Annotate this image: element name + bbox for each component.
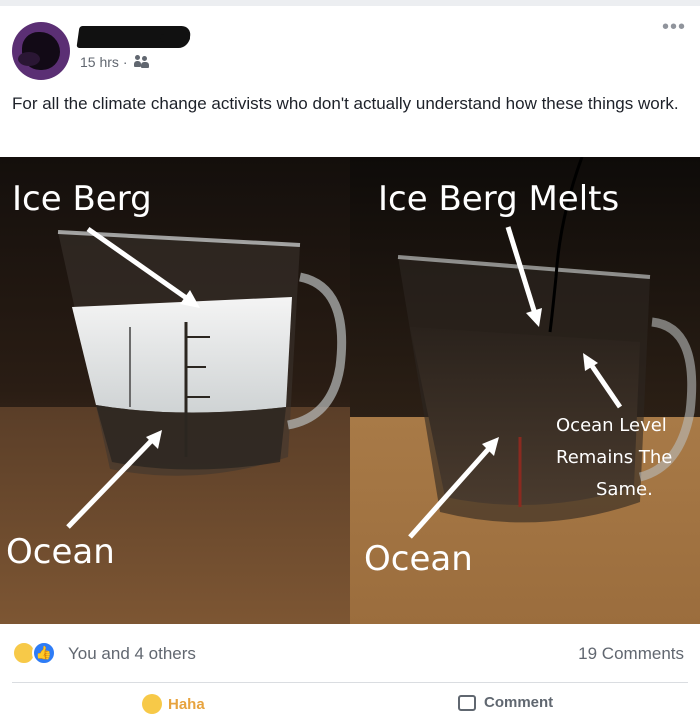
left-ocean-label: Ocean [6,532,115,572]
comments-count[interactable]: 19 Comments [578,644,684,664]
action-divider [12,682,688,683]
post-image[interactable]: Ice Berg Ice Berg Melts Ocean Ocean Ocea… [0,157,700,624]
post-timestamp[interactable]: 15 hrs [80,54,119,70]
comment-icon [458,694,476,711]
more-options-icon[interactable]: ••• [662,17,686,37]
feed-separator [0,0,700,6]
meta-separator: · [122,54,128,70]
reactions-summary[interactable]: You and 4 others [68,644,196,664]
post-meta: 15 hrs · [80,54,150,70]
ocean-level-note-line3: Same. [596,479,653,500]
like-icon: 👍 [32,641,56,665]
comment-button[interactable]: Comment [458,694,553,711]
facebook-post: 15 hrs · ••• For all the climate change … [0,0,700,714]
post-text: For all the climate change activists who… [12,94,679,113]
reactions-bar: 👍 You and 4 others 19 Comments [0,638,700,668]
ocean-level-note-line2: Remains The [556,447,673,468]
right-ocean-label: Ocean [364,539,473,579]
haha-reaction-button[interactable]: Haha [142,694,205,714]
avatar[interactable] [12,22,70,80]
haha-emoji-icon [142,694,162,714]
ocean-level-note-line1: Ocean Level [556,415,667,436]
comment-button-label: Comment [484,694,554,711]
left-title-label: Ice Berg [12,179,152,219]
reaction-icons[interactable]: 👍 [12,640,66,666]
friends-icon[interactable] [133,55,150,69]
right-title-label: Ice Berg Melts [378,179,620,219]
